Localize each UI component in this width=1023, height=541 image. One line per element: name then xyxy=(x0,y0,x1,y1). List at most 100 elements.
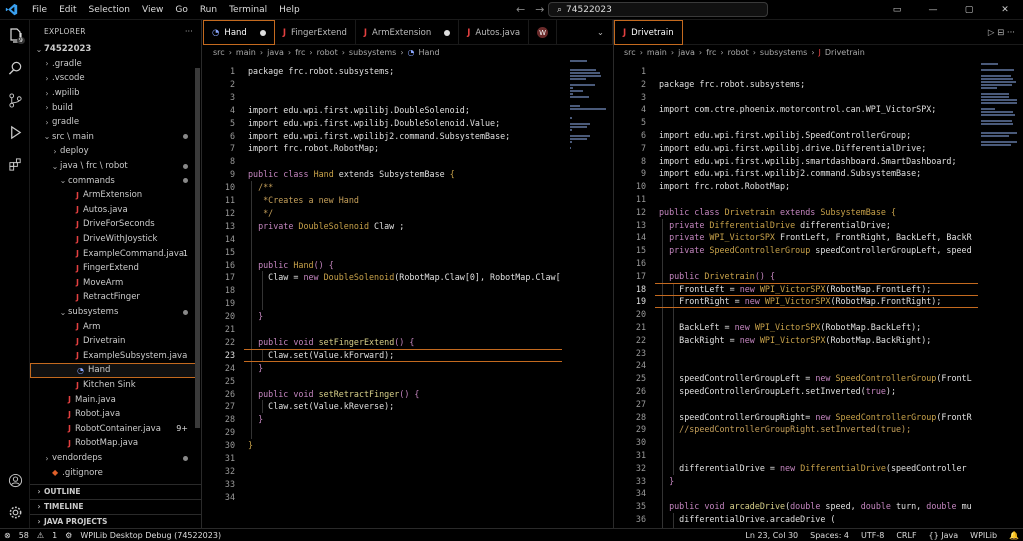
code-line[interactable]: 30} xyxy=(203,439,613,452)
breadcrumb-item[interactable]: robot xyxy=(317,48,338,57)
code-line[interactable]: 27 Claw.set(Value.kReverse); xyxy=(203,400,613,413)
code-line[interactable]: 17 Claw = new DoubleSolenoid(RobotMap.Cl… xyxy=(203,271,613,284)
code-line[interactable]: 31 xyxy=(614,449,978,462)
code-line[interactable]: 19 FrontRight = new WPI_VictorSPX(RobotM… xyxy=(614,295,978,308)
menu-view[interactable]: View xyxy=(136,0,169,20)
tree-item[interactable]: › .gradle xyxy=(30,57,196,72)
run-debug-icon[interactable] xyxy=(5,122,25,142)
breadcrumb-item[interactable]: robot xyxy=(728,48,749,57)
breadcrumb-item[interactable]: subsystems xyxy=(349,48,396,57)
problems-count[interactable]: 58 xyxy=(19,531,29,540)
tree-item[interactable]: J ArmExtension xyxy=(30,188,196,203)
tab-overflow-icon[interactable]: ⌄ xyxy=(589,20,613,45)
unsaved-dot-icon[interactable] xyxy=(259,29,266,36)
tree-item[interactable]: ◔ Hand xyxy=(30,363,196,378)
tab-drivetrain[interactable]: J Drivetrain xyxy=(614,20,683,45)
section-java-projects[interactable]: › JAVA PROJECTS xyxy=(30,514,202,528)
code-line[interactable]: 5 import edu.wpi.first.wpilibj.DoubleSole… xyxy=(203,117,613,130)
code-line[interactable]: 8 import edu.wpi.first.wpilibj.smartdashb… xyxy=(614,155,978,168)
chevron-down-icon[interactable]: ⌄ xyxy=(50,162,60,171)
tree-item[interactable]: ◆ .gitignore xyxy=(30,465,196,480)
breadcrumb-item[interactable]: subsystems xyxy=(760,48,807,57)
tab-w[interactable]: W xyxy=(529,20,558,45)
code-line[interactable]: 26 speedControllerGroupLeft.setInverted(… xyxy=(614,385,978,398)
chevron-down-icon[interactable]: ⌄ xyxy=(58,308,68,317)
menu-go[interactable]: Go xyxy=(169,0,193,20)
tree-item[interactable]: J MoveArm xyxy=(30,276,196,291)
code-line[interactable]: 19 xyxy=(203,297,613,310)
code-line[interactable]: 10 import frc.robot.RobotMap; xyxy=(614,180,978,193)
code-line[interactable]: 29 xyxy=(203,426,613,439)
section-timeline[interactable]: › TIMELINE xyxy=(30,499,202,513)
chevron-right-icon[interactable]: › xyxy=(42,118,52,127)
encoding[interactable]: UTF-8 xyxy=(861,531,884,540)
code-line[interactable]: 34 xyxy=(614,487,978,500)
tree-item[interactable]: › .vscode xyxy=(30,71,196,86)
breadcrumb-item[interactable]: src xyxy=(213,48,225,57)
sidebar-scrollbar[interactable] xyxy=(195,68,200,428)
tree-item[interactable]: › vendordeps xyxy=(30,451,196,466)
code-line[interactable]: 3 xyxy=(203,91,613,104)
code-line[interactable]: 6 import edu.wpi.first.wpilibj.SpeedContr… xyxy=(614,129,978,142)
tree-item[interactable]: J RetractFinger xyxy=(30,290,196,305)
code-line[interactable]: 6 import edu.wpi.first.wpilibj2.command.S… xyxy=(203,130,613,143)
tree-item[interactable]: J DriveWithJoystick xyxy=(30,232,196,247)
code-line[interactable]: 20 } xyxy=(203,310,613,323)
code-line[interactable]: 14 xyxy=(203,233,613,246)
more-actions-icon[interactable]: ··· xyxy=(185,27,193,36)
tree-item[interactable]: › build xyxy=(30,100,196,115)
forward-arrow-icon[interactable]: → xyxy=(535,3,544,16)
breadcrumb-item[interactable]: Hand xyxy=(419,48,440,57)
close-button[interactable]: ✕ xyxy=(987,0,1023,20)
chevron-right-icon[interactable]: › xyxy=(42,103,52,112)
code-line[interactable]: 23 xyxy=(614,347,978,360)
code-line[interactable]: 35 public void arcadeDrive(double speed,… xyxy=(614,500,978,513)
code-line[interactable]: 15 xyxy=(203,246,613,259)
tab-armextension[interactable]: J ArmExtension xyxy=(356,20,460,45)
warnings-icon[interactable]: ⚠ xyxy=(37,531,44,540)
menu-selection[interactable]: Selection xyxy=(83,0,136,20)
command-center-search[interactable]: ⌕ 74522023 xyxy=(548,2,768,17)
code-line[interactable]: 14 private WPI_VictorSPX FrontLeft, Fron… xyxy=(614,231,978,244)
code-line[interactable]: 27 xyxy=(614,398,978,411)
indentation[interactable]: Spaces: 4 xyxy=(810,531,849,540)
tree-item[interactable]: ⌄ 74522023 xyxy=(30,42,196,57)
code-line[interactable]: 18 FrontLeft = new WPI_VictorSPX(RobotMa… xyxy=(614,283,978,296)
code-line[interactable]: 1 xyxy=(614,65,978,78)
code-line[interactable]: 29 //speedControllerGroupRight.setInvert… xyxy=(614,423,978,436)
code-line[interactable]: 28 speedControllerGroupRight= new SpeedC… xyxy=(614,411,978,424)
tree-item[interactable]: J Autos.java xyxy=(30,203,196,218)
code-line[interactable]: 5 xyxy=(614,116,978,129)
right-minimap[interactable] xyxy=(981,59,1021,179)
breadcrumb-item[interactable]: java xyxy=(267,48,284,57)
menu-run[interactable]: Run xyxy=(194,0,223,20)
code-line[interactable]: 26 public void setRetractFinger() { xyxy=(203,388,613,401)
tree-item[interactable]: J RobotMap.java xyxy=(30,436,196,451)
code-line[interactable]: 4 import edu.wpi.first.wpilibj.DoubleSole… xyxy=(203,104,613,117)
code-line[interactable]: 18 xyxy=(203,284,613,297)
code-line[interactable]: 2 xyxy=(203,78,613,91)
code-line[interactable]: 31 xyxy=(203,452,613,465)
menu-terminal[interactable]: Terminal xyxy=(223,0,273,20)
settings-gear-icon[interactable] xyxy=(5,502,25,522)
tree-item[interactable]: › deploy xyxy=(30,144,196,159)
chevron-down-icon[interactable]: ⌄ xyxy=(58,176,68,185)
breadcrumb-item[interactable]: Drivetrain xyxy=(825,48,865,57)
code-line[interactable]: 9 public class Hand extends SubsystemBase… xyxy=(203,168,613,181)
code-line[interactable]: 25 xyxy=(203,375,613,388)
layout-icon[interactable]: ▭ xyxy=(879,0,915,20)
code-line[interactable]: 21 xyxy=(203,323,613,336)
breadcrumb-item[interactable]: frc xyxy=(295,48,305,57)
code-line[interactable]: 12 */ xyxy=(203,207,613,220)
chevron-down-icon[interactable]: ⌄ xyxy=(42,132,52,141)
tree-item[interactable]: J Drivetrain xyxy=(30,334,196,349)
code-line[interactable]: 20 xyxy=(614,308,978,321)
breadcrumb-item[interactable]: frc xyxy=(706,48,716,57)
code-line[interactable]: 24 } xyxy=(203,362,613,375)
code-line[interactable]: 33 xyxy=(203,478,613,491)
tree-item[interactable]: J Main.java xyxy=(30,392,196,407)
code-line[interactable]: 2 package frc.robot.subsystems; xyxy=(614,78,978,91)
chevron-right-icon[interactable]: › xyxy=(42,74,52,83)
search-icon[interactable] xyxy=(5,58,25,78)
code-line[interactable]: 24 xyxy=(614,359,978,372)
